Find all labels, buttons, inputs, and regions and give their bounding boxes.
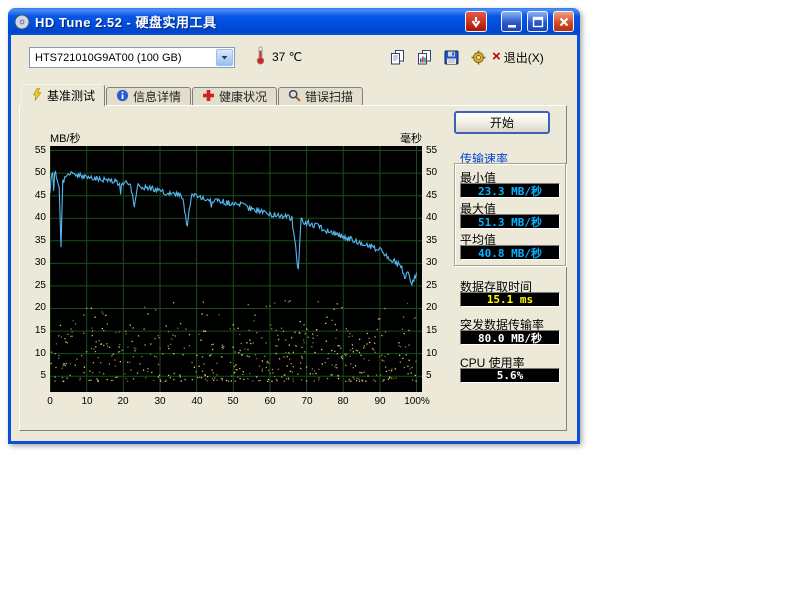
x-axis-tick: 30 [142, 396, 178, 407]
update-available-button[interactable] [465, 11, 487, 32]
y-axis-tick-left: 5 [20, 370, 46, 381]
y-axis-tick-right: 20 [426, 302, 452, 313]
x-axis-tick: 0 [32, 396, 68, 407]
tab-info[interactable]: 信息详情 [106, 87, 191, 105]
start-button[interactable]: 开始 [454, 111, 550, 134]
benchmark-plot [50, 146, 422, 392]
y-axis-tick-right: 40 [426, 212, 452, 223]
app-icon [14, 14, 30, 30]
tab-label: 基准测试 [47, 87, 95, 104]
y-axis-tick-left: 10 [20, 348, 46, 359]
exit-button[interactable]: × 退出(X) [491, 46, 545, 68]
y-axis-tick-left: 30 [20, 257, 46, 268]
burst-rate-value: 80.0 MB/秒 [460, 330, 560, 345]
titlebar[interactable]: HD Tune 2.52 - 硬盘实用工具 [8, 8, 580, 35]
window-title: HD Tune 2.52 - 硬盘实用工具 [35, 12, 460, 31]
y-axis-tick-right: 5 [426, 370, 452, 381]
maximize-button[interactable] [527, 11, 548, 32]
tab-label: 信息详情 [133, 88, 181, 105]
x-axis-tick: 100% [399, 396, 435, 407]
health-cross-icon [202, 89, 215, 105]
access-time-value: 15.1 ms [460, 292, 560, 307]
benchmark-icon [31, 88, 43, 104]
y-axis-tick-left: 20 [20, 302, 46, 313]
x-axis-tick: 50 [215, 396, 251, 407]
tab-label: 健康状况 [219, 88, 267, 105]
benchmark-panel: MB/秒 毫秒 开始 传输速率 最小值 23.3 MB/秒 最大值 51.3 M… [19, 105, 567, 431]
y-axis-tick-right: 55 [426, 145, 452, 156]
y-axis-tick-right: 25 [426, 280, 452, 291]
copy-image-button[interactable] [412, 46, 436, 68]
x-axis-tick: 60 [252, 396, 288, 407]
y-axis-tick-left: 35 [20, 235, 46, 246]
y-axis-tick-right: 50 [426, 167, 452, 178]
info-icon [116, 89, 129, 105]
exit-label: 退出(X) [504, 49, 544, 66]
avg-value: 40.8 MB/秒 [460, 245, 560, 260]
drive-select[interactable]: HTS721010G9AT00 (100 GB) [29, 47, 235, 68]
temperature-value: 37 ℃ [272, 50, 302, 64]
tab-benchmark[interactable]: 基准测试 [21, 84, 105, 106]
magnifier-icon [288, 89, 301, 105]
close-button[interactable] [553, 11, 574, 32]
min-value: 23.3 MB/秒 [460, 183, 560, 198]
chevron-down-icon[interactable] [216, 49, 233, 66]
y-axis-tick-left: 40 [20, 212, 46, 223]
tab-bar: 基准测试 信息详情 健康状况 错误扫描 [21, 84, 363, 106]
max-value: 51.3 MB/秒 [460, 214, 560, 229]
tab-error-scan[interactable]: 错误扫描 [278, 87, 363, 105]
y-axis-tick-left: 25 [20, 280, 46, 291]
toolbar-icons [385, 46, 490, 68]
hdtune-window: HD Tune 2.52 - 硬盘实用工具 HTS721010G9AT00 (1… [8, 8, 580, 444]
window-body: HTS721010G9AT00 (100 GB) 37 ℃ × [8, 35, 580, 444]
left-axis-title: MB/秒 [50, 130, 81, 146]
right-axis-title: 毫秒 [388, 130, 422, 146]
y-axis-tick-right: 45 [426, 190, 452, 201]
x-axis-tick: 70 [289, 396, 325, 407]
x-axis-tick: 40 [179, 396, 215, 407]
x-axis-tick: 90 [362, 396, 398, 407]
minimize-button[interactable] [501, 11, 522, 32]
x-axis-tick: 80 [325, 396, 361, 407]
y-axis-tick-right: 35 [426, 235, 452, 246]
temperature-icon [255, 46, 266, 70]
tab-label: 错误扫描 [305, 88, 353, 105]
drive-select-value: HTS721010G9AT00 (100 GB) [35, 52, 216, 64]
save-screenshot-button[interactable] [439, 46, 463, 68]
y-axis-tick-left: 15 [20, 325, 46, 336]
options-button[interactable] [466, 46, 490, 68]
y-axis-tick-right: 30 [426, 257, 452, 268]
x-axis-tick: 20 [105, 396, 141, 407]
y-axis-tick-right: 10 [426, 348, 452, 359]
x-axis-tick: 10 [69, 396, 105, 407]
tab-health[interactable]: 健康状况 [192, 87, 277, 105]
y-axis-tick-left: 50 [20, 167, 46, 178]
exit-x-icon: × [492, 50, 501, 64]
cpu-usage-value: 5.6% [460, 368, 560, 383]
y-axis-tick-left: 45 [20, 190, 46, 201]
y-axis-tick-left: 55 [20, 145, 46, 156]
y-axis-tick-right: 15 [426, 325, 452, 336]
copy-text-button[interactable] [385, 46, 409, 68]
